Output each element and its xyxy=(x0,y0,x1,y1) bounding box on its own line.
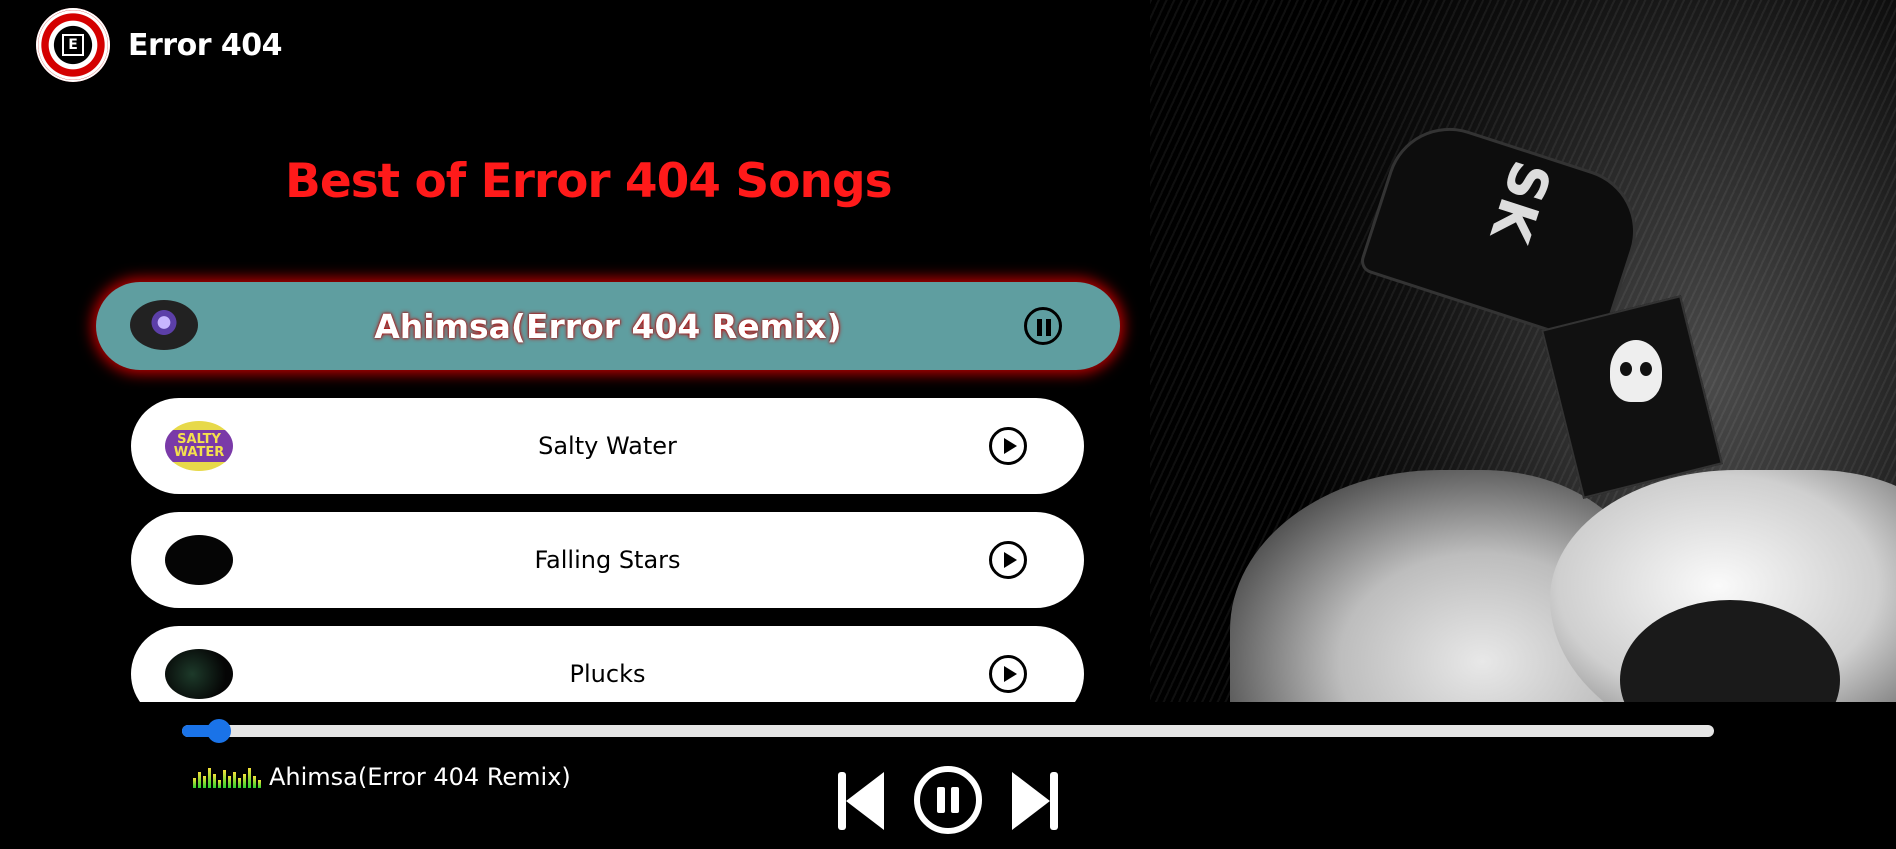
skip-previous-icon[interactable] xyxy=(838,772,886,830)
progress-knob[interactable] xyxy=(206,719,231,743)
now-playing-title: Ahimsa(Error 404 Remix) xyxy=(269,763,571,791)
hero-headphones-image: SK xyxy=(1150,0,1896,702)
player-controls xyxy=(838,766,1058,836)
equalizer-gif-icon xyxy=(193,766,261,788)
song-title: Plucks xyxy=(569,660,646,688)
pause-circle-icon[interactable] xyxy=(914,766,982,834)
now-playing: Ahimsa(Error 404 Remix) xyxy=(193,763,571,791)
play-circle-icon[interactable] xyxy=(989,655,1027,693)
skip-next-icon[interactable] xyxy=(1010,772,1058,830)
song-item-plucks[interactable]: Plucks xyxy=(131,626,1084,702)
skull-logo-icon xyxy=(1610,340,1662,402)
progress-slider[interactable] xyxy=(182,719,1714,743)
